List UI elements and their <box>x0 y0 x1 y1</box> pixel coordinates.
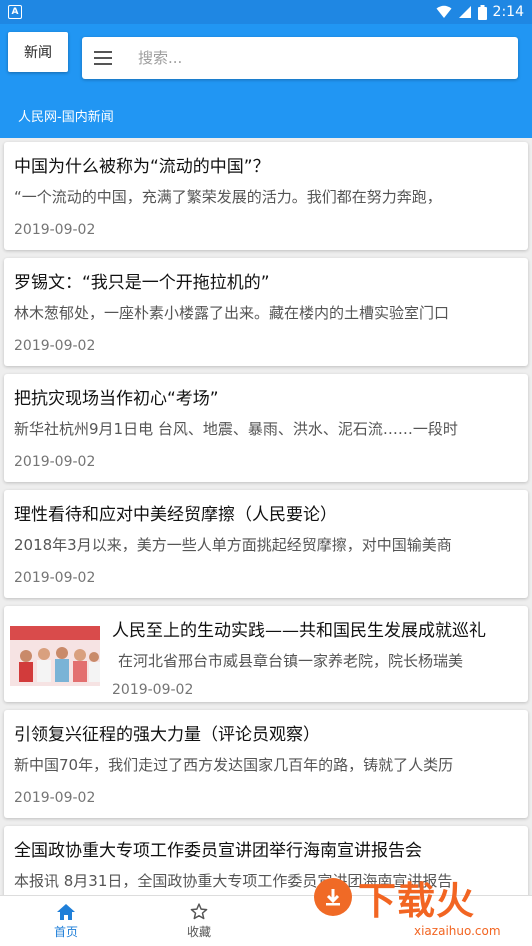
news-feed[interactable]: 中国为什么被称为“流动的中国”？ “一个流动的中国，充满了繁荣发展的活力。我们都… <box>0 138 532 895</box>
news-title: 理性看待和应对中美经贸摩擦（人民要论） <box>14 505 337 525</box>
news-summary: “一个流动的中国，充满了繁荣发展的活力。我们都在努力奔跑， <box>14 188 442 206</box>
watermark-logo: 下载火 xiazaihuo.com <box>300 862 532 946</box>
nav-favorites-label: 收藏 <box>186 925 211 939</box>
star-icon <box>190 903 208 920</box>
news-title: 人民至上的生动实践——共和国民生发展成就巡礼 <box>112 621 486 641</box>
news-summary: 新中国70年，我们走过了西方发达国家几百年的路，铸就了人类历 <box>14 756 454 774</box>
news-card[interactable]: 人民至上的生动实践——共和国民生发展成就巡礼 在河北省邢台市威县章台镇一家养老院… <box>4 606 528 702</box>
news-thumbnail <box>10 626 100 686</box>
download-icon <box>314 878 352 916</box>
watermark-text: 下载火 <box>358 879 476 923</box>
news-summary: 新华社杭州9月1日电 台风、地震、暴雨、洪水、泥石流……一段时 <box>14 420 458 438</box>
news-tab-button[interactable]: 新闻 <box>8 32 68 72</box>
news-card[interactable]: 中国为什么被称为“流动的中国”？ “一个流动的中国，充满了繁荣发展的活力。我们都… <box>4 142 528 250</box>
source-label: 人民网-国内新闻 <box>18 110 114 125</box>
news-title: 中国为什么被称为“流动的中国”？ <box>14 157 270 177</box>
news-card[interactable]: 罗锡文：“我只是一个开拖拉机的” 林木葱郁处，一座朴素小楼露了出来。藏在楼内的土… <box>4 258 528 366</box>
news-summary: 在河北省邢台市威县章台镇一家养老院，院长杨瑞美 <box>118 652 464 670</box>
app-a-icon: A <box>8 5 22 19</box>
menu-icon[interactable] <box>94 46 118 70</box>
news-date: 2019-09-02 <box>14 570 96 586</box>
wifi-icon <box>436 5 452 18</box>
nav-home-label: 首页 <box>53 924 78 939</box>
news-date: 2019-09-02 <box>14 222 96 238</box>
search-input[interactable] <box>138 49 518 67</box>
news-title: 把抗灾现场当作初心“考场” <box>14 389 219 409</box>
nav-favorites-tab[interactable]: 收藏 <box>164 896 234 946</box>
status-bar: A 2:14 <box>0 0 532 24</box>
signal-icon <box>458 6 471 18</box>
news-date: 2019-09-02 <box>14 454 96 470</box>
status-icons: 2:14 <box>436 4 524 20</box>
home-icon <box>57 903 75 920</box>
news-title: 引领复兴征程的强大力量（评论员观察） <box>14 725 320 745</box>
news-date: 2019-09-02 <box>14 338 96 354</box>
status-time: 2:14 <box>492 4 524 20</box>
app-bar: 新闻 人民网-国内新闻 <box>0 24 532 138</box>
news-title: 罗锡文：“我只是一个开拖拉机的” <box>14 273 270 293</box>
news-date: 2019-09-02 <box>112 682 194 698</box>
news-summary: 林木葱郁处，一座朴素小楼露了出来。藏在楼内的土槽实验室门口 <box>14 304 450 322</box>
search-bar[interactable] <box>82 37 518 79</box>
battery-icon <box>477 4 487 20</box>
news-card[interactable]: 把抗灾现场当作初心“考场” 新华社杭州9月1日电 台风、地震、暴雨、洪水、泥石流… <box>4 374 528 482</box>
news-card[interactable]: 引领复兴征程的强大力量（评论员观察） 新中国70年，我们走过了西方发达国家几百年… <box>4 710 528 818</box>
news-summary: 2018年3月以来，美方一些人单方面挑起经贸摩擦，对中国输美商 <box>14 536 452 554</box>
nav-home-tab[interactable]: 首页 <box>31 896 101 946</box>
watermark-url: xiazaihuo.com <box>414 924 501 938</box>
news-title: 全国政协重大专项工作委员宣讲团举行海南宣讲报告会 <box>14 841 422 861</box>
news-date: 2019-09-02 <box>14 790 96 806</box>
news-card[interactable]: 理性看待和应对中美经贸摩擦（人民要论） 2018年3月以来，美方一些人单方面挑起… <box>4 490 528 598</box>
